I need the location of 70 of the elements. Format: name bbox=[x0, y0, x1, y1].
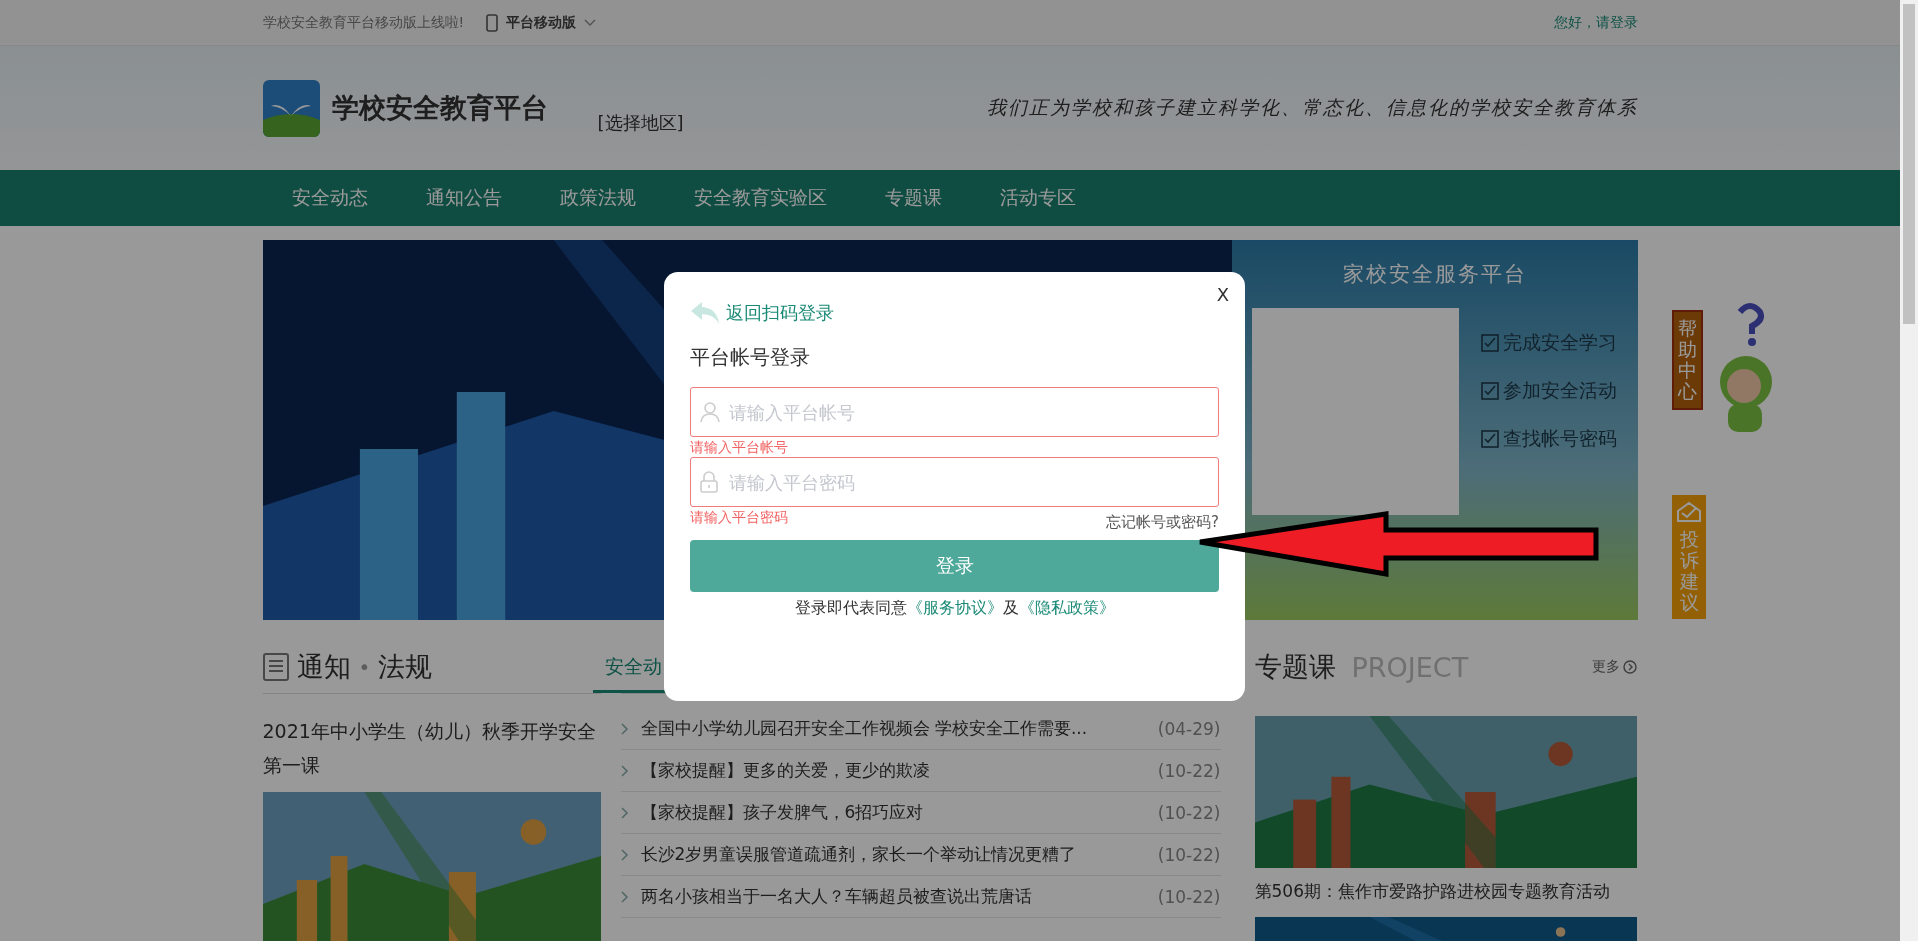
logo-icon bbox=[262, 79, 320, 137]
news-date: (10-22) bbox=[1157, 886, 1221, 907]
scrollbar-thumb[interactable] bbox=[1903, 4, 1915, 324]
agreement-text: 及 bbox=[1002, 598, 1019, 619]
chevron-icon bbox=[620, 848, 629, 861]
region-selector[interactable]: [选择地区] bbox=[597, 111, 684, 135]
back-arrow-icon bbox=[690, 300, 720, 326]
section-title: 专题课 bbox=[1254, 650, 1336, 684]
login-link[interactable]: 您好，请登录 bbox=[1553, 13, 1638, 32]
panel-title: 家校安全服务平台 bbox=[1342, 261, 1527, 288]
help-center-button[interactable]: 帮助中心 bbox=[1672, 310, 1703, 410]
news-row[interactable]: 【家校提醒】孩子发脾气，6招巧应对 (10-22) bbox=[620, 792, 1221, 834]
chevron-icon bbox=[620, 764, 629, 777]
envelope-icon bbox=[1676, 501, 1702, 523]
lock-icon bbox=[700, 471, 718, 493]
news-title: 全国中小学幼儿园召开安全工作视频会 学校安全工作需要... bbox=[640, 717, 1088, 740]
news-date: (10-22) bbox=[1157, 802, 1221, 823]
mobile-version-link[interactable]: 平台移动版 bbox=[486, 13, 597, 32]
slogan-text: 我们正为学校和孩子建立科学化、常态化、信息化的学校安全教育体系 bbox=[986, 95, 1638, 120]
logo-text: 学校安全教育平台 bbox=[331, 91, 548, 125]
chevron-icon bbox=[620, 722, 629, 735]
account-field[interactable]: 请输入平台帐号 bbox=[690, 387, 1219, 437]
password-field[interactable]: 请输入平台密码 bbox=[690, 457, 1219, 507]
nav-item[interactable]: 通知公告 bbox=[396, 185, 531, 211]
news-row[interactable]: 两名小孩相当于一名大人？车辆超员被查说出荒唐话 (10-22) bbox=[620, 876, 1221, 918]
news-row[interactable]: 长沙2岁男童误服管道疏通剂，家长一个举动让情况更糟了 (10-22) bbox=[620, 834, 1221, 876]
news-title: 【家校提醒】孩子发脾气，6招巧应对 bbox=[640, 801, 924, 824]
more-link[interactable]: 更多 bbox=[1591, 658, 1637, 676]
checkbox-icon bbox=[1480, 382, 1499, 400]
news-date: (04-29) bbox=[1157, 718, 1221, 739]
news-date: (10-22) bbox=[1157, 844, 1221, 865]
dialog-title: 平台帐号登录 bbox=[690, 344, 811, 371]
nav-item[interactable]: 活动专区 bbox=[970, 185, 1105, 211]
section-title: 通知 bbox=[296, 649, 351, 684]
phone-icon bbox=[486, 13, 499, 32]
terms-link[interactable]: 《服务协议》 bbox=[906, 598, 1003, 619]
error-message: 请输入平台帐号 bbox=[690, 439, 788, 457]
user-icon bbox=[700, 401, 720, 423]
error-message: 请输入平台密码 bbox=[690, 509, 788, 527]
agreement-text: 登录即代表同意 bbox=[794, 598, 907, 619]
checklist-item: 参加安全活动 bbox=[1480, 378, 1617, 404]
nav-item[interactable]: 专题课 bbox=[855, 185, 971, 211]
news-row[interactable]: 【家校提醒】更多的关爱，更少的欺凌 (10-22) bbox=[620, 750, 1221, 792]
news-title: 两名小孩相当于一名大人？车辆超员被查说出荒唐话 bbox=[640, 885, 1032, 908]
checklist-item: 查找帐号密码 bbox=[1480, 426, 1617, 452]
nav-item[interactable]: 安全动态 bbox=[262, 185, 397, 211]
close-button[interactable]: X bbox=[1216, 284, 1229, 305]
login-button[interactable]: 登录 bbox=[690, 540, 1219, 592]
separator-dot: • bbox=[358, 654, 371, 679]
news-row[interactable]: 全国中小学幼儿园召开安全工作视频会 学校安全工作需要... (04-29) bbox=[620, 708, 1221, 750]
nav-item[interactable]: 政策法规 bbox=[530, 185, 665, 211]
announcement-text: 学校安全教育平台移动版上线啦! bbox=[262, 13, 465, 32]
feature-title[interactable]: 2021年中小学生（幼儿）秋季开学安全第一课 bbox=[262, 714, 601, 782]
caret-icon bbox=[584, 18, 597, 27]
news-title: 【家校提醒】更多的关爱，更少的欺凌 bbox=[640, 759, 930, 782]
document-icon bbox=[262, 652, 289, 681]
chevron-circle-icon bbox=[1622, 660, 1637, 674]
news-title: 长沙2岁男童误服管道疏通剂，家长一个举动让情况更糟了 bbox=[640, 843, 1077, 866]
chevron-icon bbox=[620, 890, 629, 903]
checkbox-icon bbox=[1480, 430, 1499, 448]
checklist-item: 完成安全学习 bbox=[1480, 330, 1617, 356]
section-title: 法规 bbox=[378, 649, 433, 684]
forgot-password-link[interactable]: 忘记帐号或密码? bbox=[1106, 513, 1219, 532]
checkbox-icon bbox=[1480, 334, 1499, 352]
back-link[interactable]: 返回扫码登录 bbox=[690, 300, 1219, 326]
nav-item[interactable]: 安全教育实验区 bbox=[664, 185, 856, 211]
chevron-icon bbox=[620, 806, 629, 819]
project-caption[interactable]: 第506期：焦作市爱路护路进校园专题教育活动 bbox=[1254, 880, 1637, 903]
news-date: (10-22) bbox=[1157, 760, 1221, 781]
privacy-link[interactable]: 《隐私政策》 bbox=[1018, 598, 1115, 619]
